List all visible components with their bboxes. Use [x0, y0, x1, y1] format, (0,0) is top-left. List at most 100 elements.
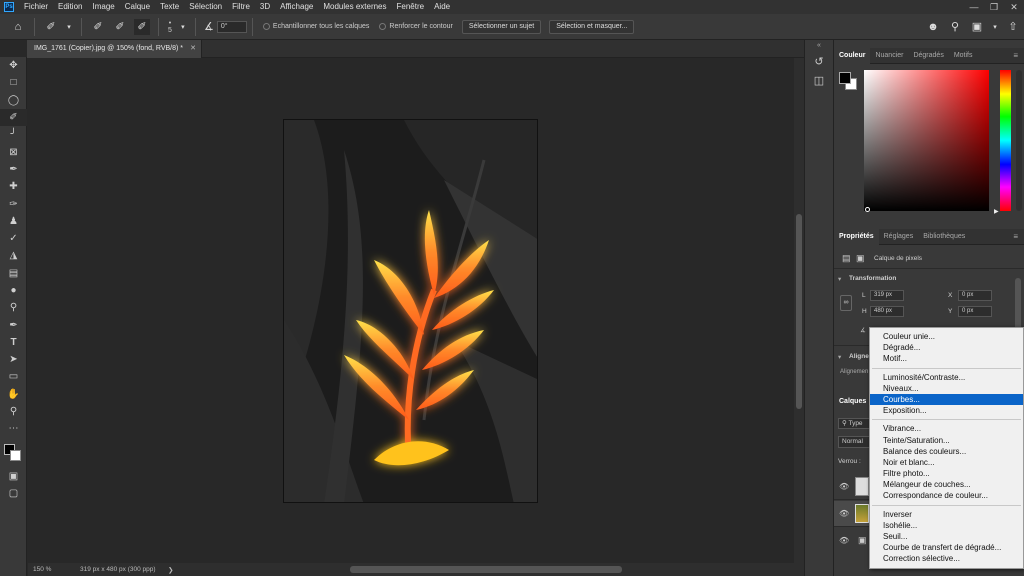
menu-texte[interactable]: Texte: [155, 0, 184, 14]
visibility-eye-icon[interactable]: 👁: [839, 509, 849, 518]
status-arrow-icon[interactable]: ❯: [168, 566, 173, 574]
menu-aide[interactable]: Aide: [429, 0, 455, 14]
home-icon[interactable]: ⌂: [10, 19, 26, 35]
menu-item[interactable]: Isohélie...: [870, 520, 1023, 531]
color-picker-cursor[interactable]: [865, 207, 870, 212]
select-subject-button[interactable]: Sélectionner un sujet: [461, 19, 542, 34]
minimize-icon[interactable]: —: [964, 0, 984, 14]
history-panel-icon[interactable]: ↺: [805, 55, 833, 68]
menu-modules-externes[interactable]: Modules externes: [318, 0, 391, 14]
foreground-color-chip[interactable]: [839, 72, 851, 84]
select-and-mask-button[interactable]: Sélection et masquer...: [549, 19, 635, 34]
eraser-tool-icon[interactable]: ◮: [0, 247, 27, 264]
menu-item[interactable]: Seuil...: [870, 531, 1023, 542]
enhance-edge-checkbox[interactable]: Renforcer le contour: [379, 23, 453, 30]
subtract-selection-icon[interactable]: ✐: [134, 18, 150, 35]
menu-item-curves-highlighted[interactable]: Courbes...: [870, 393, 1023, 406]
restore-icon[interactable]: ❐: [984, 0, 1004, 14]
pen-tool-icon[interactable]: ✒: [0, 316, 27, 333]
path-selection-tool-icon[interactable]: ➤: [0, 351, 27, 368]
tab-reglages[interactable]: Réglages: [879, 229, 919, 245]
menu-item[interactable]: Luminosité/Contraste...: [870, 372, 1023, 383]
menu-item[interactable]: Correspondance de couleur...: [870, 490, 1023, 501]
layer-mask-icon[interactable]: ▣: [856, 253, 865, 264]
hue-slider-marker-icon[interactable]: ▶: [994, 208, 999, 215]
menu-item[interactable]: Noir et blanc...: [870, 457, 1023, 468]
dodge-tool-icon[interactable]: ⚲: [0, 299, 27, 316]
gradient-tool-icon[interactable]: ▤: [0, 265, 27, 282]
close-icon[interactable]: ✕: [1004, 0, 1024, 14]
share-icon[interactable]: ☻: [925, 19, 941, 35]
quick-selection-tool-icon[interactable]: ✐: [0, 108, 27, 127]
vertical-scroll-thumb[interactable]: [796, 214, 802, 409]
color-picker-field[interactable]: [864, 70, 989, 211]
tab-couleur[interactable]: Couleur: [834, 47, 871, 64]
chevron-down-icon[interactable]: ▾: [991, 19, 999, 35]
color-panel-scrollbar[interactable]: [1016, 70, 1022, 211]
zoom-tool-icon[interactable]: ⚲: [0, 403, 27, 420]
eyedropper-tool-icon[interactable]: ✒: [0, 161, 27, 178]
tab-bibliotheques[interactable]: Bibliothèques: [918, 229, 970, 245]
search-icon[interactable]: ⚲: [947, 19, 963, 35]
menu-item[interactable]: Courbe de transfert de dégradé...: [870, 542, 1023, 553]
move-tool-icon[interactable]: ✥: [0, 57, 27, 74]
panel-menu-icon[interactable]: ≡: [1013, 51, 1024, 60]
menu-selection[interactable]: Sélection: [184, 0, 227, 14]
frame-tool-icon[interactable]: ⊠: [0, 143, 27, 160]
menu-item[interactable]: Mélangeur de couches...: [870, 479, 1023, 490]
menu-item[interactable]: Motif...: [870, 353, 1023, 364]
width-field[interactable]: 319 px: [870, 290, 904, 301]
new-selection-icon[interactable]: ✐: [90, 19, 106, 35]
tab-calques[interactable]: Calques: [834, 393, 872, 410]
y-field[interactable]: 0 px: [958, 306, 992, 317]
lasso-tool-icon[interactable]: ◯: [0, 92, 27, 109]
blur-tool-icon[interactable]: ●: [0, 282, 27, 299]
menu-filtre[interactable]: Filtre: [227, 0, 255, 14]
marquee-tool-icon[interactable]: □: [0, 74, 27, 91]
chevron-down-icon[interactable]: ▾: [838, 275, 841, 283]
zoom-level[interactable]: 150 %: [28, 566, 68, 573]
visibility-eye-icon[interactable]: 👁: [839, 536, 849, 545]
height-field[interactable]: 480 px: [870, 306, 904, 317]
menu-calque[interactable]: Calque: [120, 0, 155, 14]
link-dimensions-icon[interactable]: ∞: [840, 295, 852, 311]
tab-nuancier[interactable]: Nuancier: [870, 48, 908, 64]
menu-item[interactable]: Dégradé...: [870, 342, 1023, 353]
brush-size-control[interactable]: • 5: [168, 20, 172, 34]
angle-field[interactable]: 0°: [216, 20, 247, 33]
menu-3d[interactable]: 3D: [255, 0, 275, 14]
collapse-icon[interactable]: «: [805, 42, 833, 49]
sample-all-layers-checkbox[interactable]: Echantillonner tous les calques: [262, 23, 369, 30]
background-color-swatch[interactable]: [10, 449, 21, 461]
type-tool-icon[interactable]: T: [0, 334, 27, 351]
menu-item[interactable]: Balance des couleurs...: [870, 446, 1023, 457]
rectangle-tool-icon[interactable]: ▭: [0, 368, 27, 385]
chevron-down-icon[interactable]: ▾: [838, 353, 841, 361]
menu-edition[interactable]: Edition: [53, 0, 87, 14]
menu-fenetre[interactable]: Fenêtre: [392, 0, 430, 14]
hand-tool-icon[interactable]: ✋: [0, 386, 27, 403]
document-tab[interactable]: IMG_1761 (Copier).jpg @ 150% (fond, RVB/…: [27, 40, 202, 58]
brush-tool-icon[interactable]: ✑: [0, 195, 27, 212]
comments-panel-icon[interactable]: ◫: [805, 74, 833, 87]
layer-filter-select[interactable]: ⚲ Type: [838, 418, 870, 429]
menu-item[interactable]: Couleur unie...: [870, 331, 1023, 342]
document-image[interactable]: [283, 119, 538, 503]
healing-brush-tool-icon[interactable]: ✚: [0, 178, 27, 195]
quick-select-brush-icon[interactable]: ✐: [43, 19, 59, 35]
tab-motifs[interactable]: Motifs: [949, 48, 978, 64]
menu-item[interactable]: Exposition...: [870, 405, 1023, 416]
visibility-eye-icon[interactable]: 👁: [839, 482, 849, 491]
quick-mask-icon[interactable]: ▣: [0, 468, 27, 485]
export-icon[interactable]: ⇧: [1005, 19, 1021, 35]
add-selection-icon[interactable]: ✐: [112, 19, 128, 35]
blend-mode-select[interactable]: Normal: [838, 436, 870, 448]
color-swatches[interactable]: [0, 438, 27, 468]
menu-item[interactable]: Inverser: [870, 509, 1023, 520]
x-field[interactable]: 0 px: [958, 290, 992, 301]
menu-item[interactable]: Niveaux...: [870, 383, 1023, 394]
hue-slider[interactable]: [1000, 70, 1011, 211]
tab-proprietes[interactable]: Propriétés: [834, 228, 879, 245]
menu-item[interactable]: Vibrance...: [870, 423, 1023, 434]
menu-item[interactable]: Correction sélective...: [870, 553, 1023, 564]
